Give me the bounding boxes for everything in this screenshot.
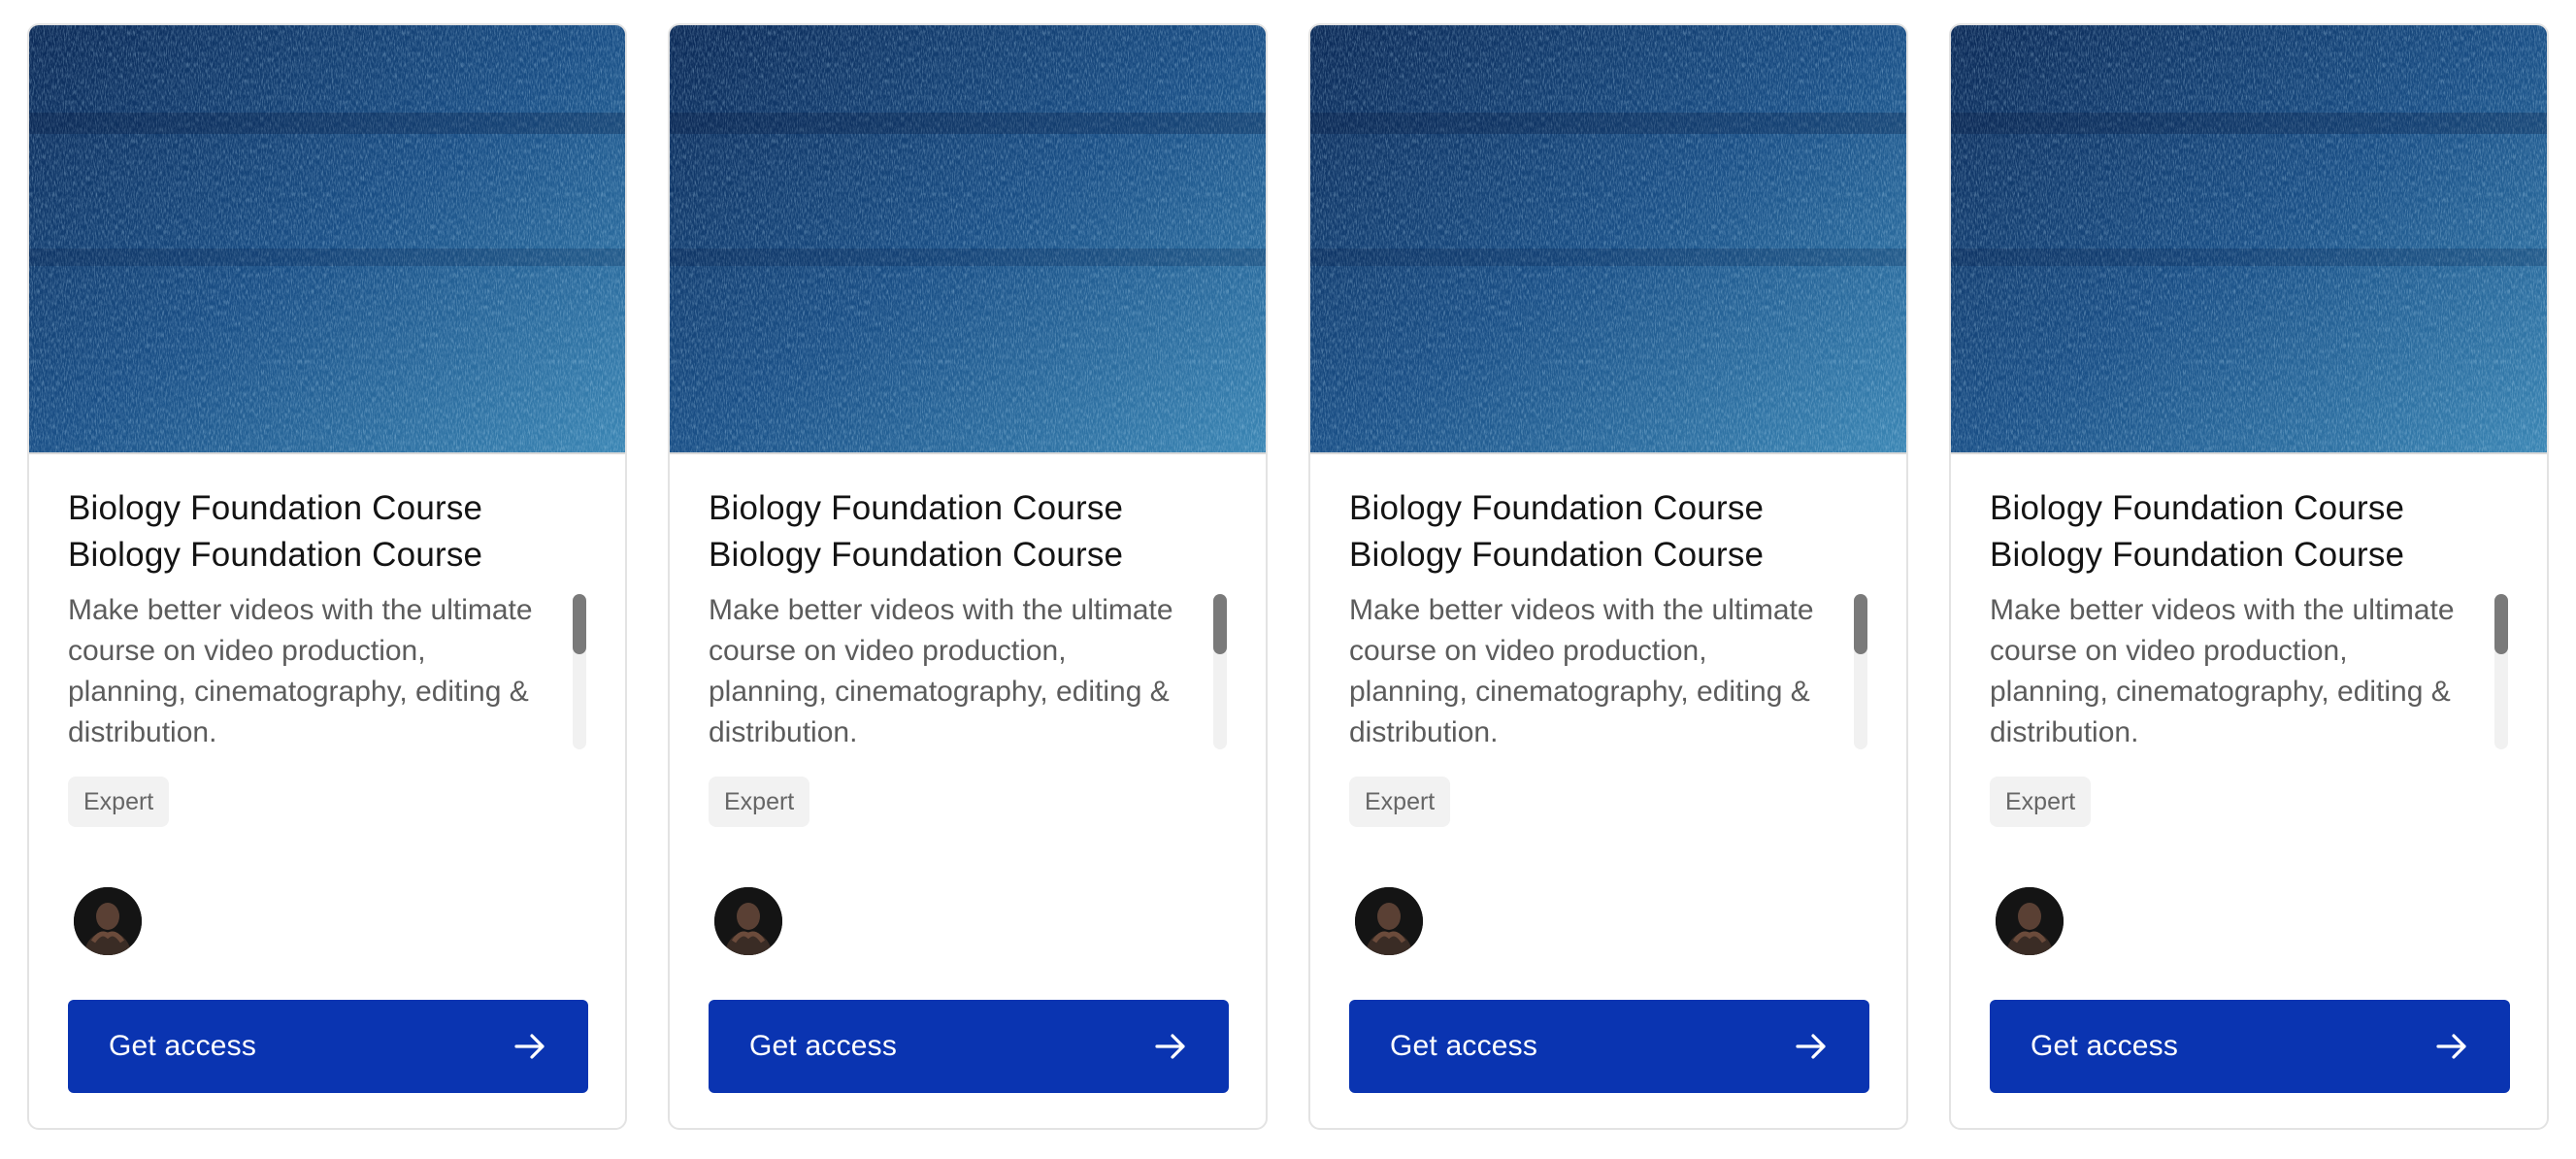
description-scroll-area[interactable]: Make better videos with the ultimate cou… [709, 590, 1227, 753]
get-access-label: Get access [109, 1030, 257, 1062]
card-body: Biology Foundation Course Biology Founda… [670, 454, 1266, 827]
scrollbar-thumb[interactable] [573, 594, 586, 654]
course-title[interactable]: Biology Foundation Course Biology Founda… [709, 485, 1227, 579]
scrollbar-thumb[interactable] [1213, 594, 1227, 654]
scrollbar[interactable] [1854, 594, 1867, 749]
description-scroll-area[interactable]: Make better videos with the ultimate cou… [1990, 590, 2508, 753]
instructor-avatar[interactable] [714, 887, 782, 955]
get-access-button[interactable]: Get access [1349, 1000, 1869, 1093]
get-access-label: Get access [2031, 1030, 2179, 1062]
scrollbar[interactable] [2494, 594, 2508, 749]
get-access-button[interactable]: Get access [709, 1000, 1229, 1093]
get-access-label: Get access [749, 1030, 898, 1062]
course-card: Biology Foundation Course Biology Founda… [1949, 23, 2549, 1130]
course-description: Make better videos with the ultimate cou… [1349, 594, 1814, 748]
level-badge: Expert [1990, 777, 2092, 827]
scrollbar[interactable] [1213, 594, 1227, 749]
course-thumbnail [1951, 25, 2547, 454]
arrow-right-icon [1155, 1034, 1185, 1059]
instructor-avatar[interactable] [1996, 887, 2064, 955]
course-card: Biology Foundation Course Biology Founda… [27, 23, 627, 1130]
card-body: Biology Foundation Course Biology Founda… [1951, 454, 2547, 827]
course-title-line: Biology Foundation Course [68, 536, 483, 574]
get-access-button[interactable]: Get access [1990, 1000, 2510, 1093]
course-card: Biology Foundation Course Biology Founda… [668, 23, 1268, 1130]
course-thumbnail [670, 25, 1266, 454]
get-access-button[interactable]: Get access [68, 1000, 588, 1093]
course-title-line: Biology Foundation Course [709, 536, 1124, 574]
course-title-line: Biology Foundation Course [1990, 489, 2405, 527]
course-title-line: Biology Foundation Course [709, 489, 1124, 527]
level-badge: Expert [68, 777, 170, 827]
card-body: Biology Foundation Course Biology Founda… [1310, 454, 1906, 827]
instructor-avatar[interactable] [74, 887, 142, 955]
scrollbar-thumb[interactable] [2494, 594, 2508, 654]
course-title-line: Biology Foundation Course [68, 489, 483, 527]
course-description: Make better videos with the ultimate cou… [1990, 594, 2455, 748]
get-access-label: Get access [1390, 1030, 1538, 1062]
description-scroll-area[interactable]: Make better videos with the ultimate cou… [68, 590, 586, 753]
level-badge: Expert [1349, 777, 1451, 827]
course-description: Make better videos with the ultimate cou… [709, 594, 1173, 748]
course-card-list: Biology Foundation Course Biology Founda… [27, 23, 2549, 1130]
level-badge: Expert [709, 777, 810, 827]
instructor-avatar[interactable] [1355, 887, 1423, 955]
course-thumbnail [1310, 25, 1906, 454]
scrollbar-thumb[interactable] [1854, 594, 1867, 654]
card-body: Biology Foundation Course Biology Founda… [29, 454, 625, 827]
scrollbar[interactable] [573, 594, 586, 749]
course-description: Make better videos with the ultimate cou… [68, 594, 533, 748]
course-title-line: Biology Foundation Course [1349, 536, 1765, 574]
course-card: Biology Foundation Course Biology Founda… [1308, 23, 1908, 1130]
arrow-right-icon [1796, 1034, 1826, 1059]
arrow-right-icon [514, 1034, 545, 1059]
course-thumbnail [29, 25, 625, 454]
arrow-right-icon [2436, 1034, 2466, 1059]
course-title-line: Biology Foundation Course [1990, 536, 2405, 574]
description-scroll-area[interactable]: Make better videos with the ultimate cou… [1349, 590, 1867, 753]
course-title[interactable]: Biology Foundation Course Biology Founda… [1349, 485, 1867, 579]
course-title-line: Biology Foundation Course [1349, 489, 1765, 527]
course-title[interactable]: Biology Foundation Course Biology Founda… [1990, 485, 2508, 579]
course-title[interactable]: Biology Foundation Course Biology Founda… [68, 485, 586, 579]
